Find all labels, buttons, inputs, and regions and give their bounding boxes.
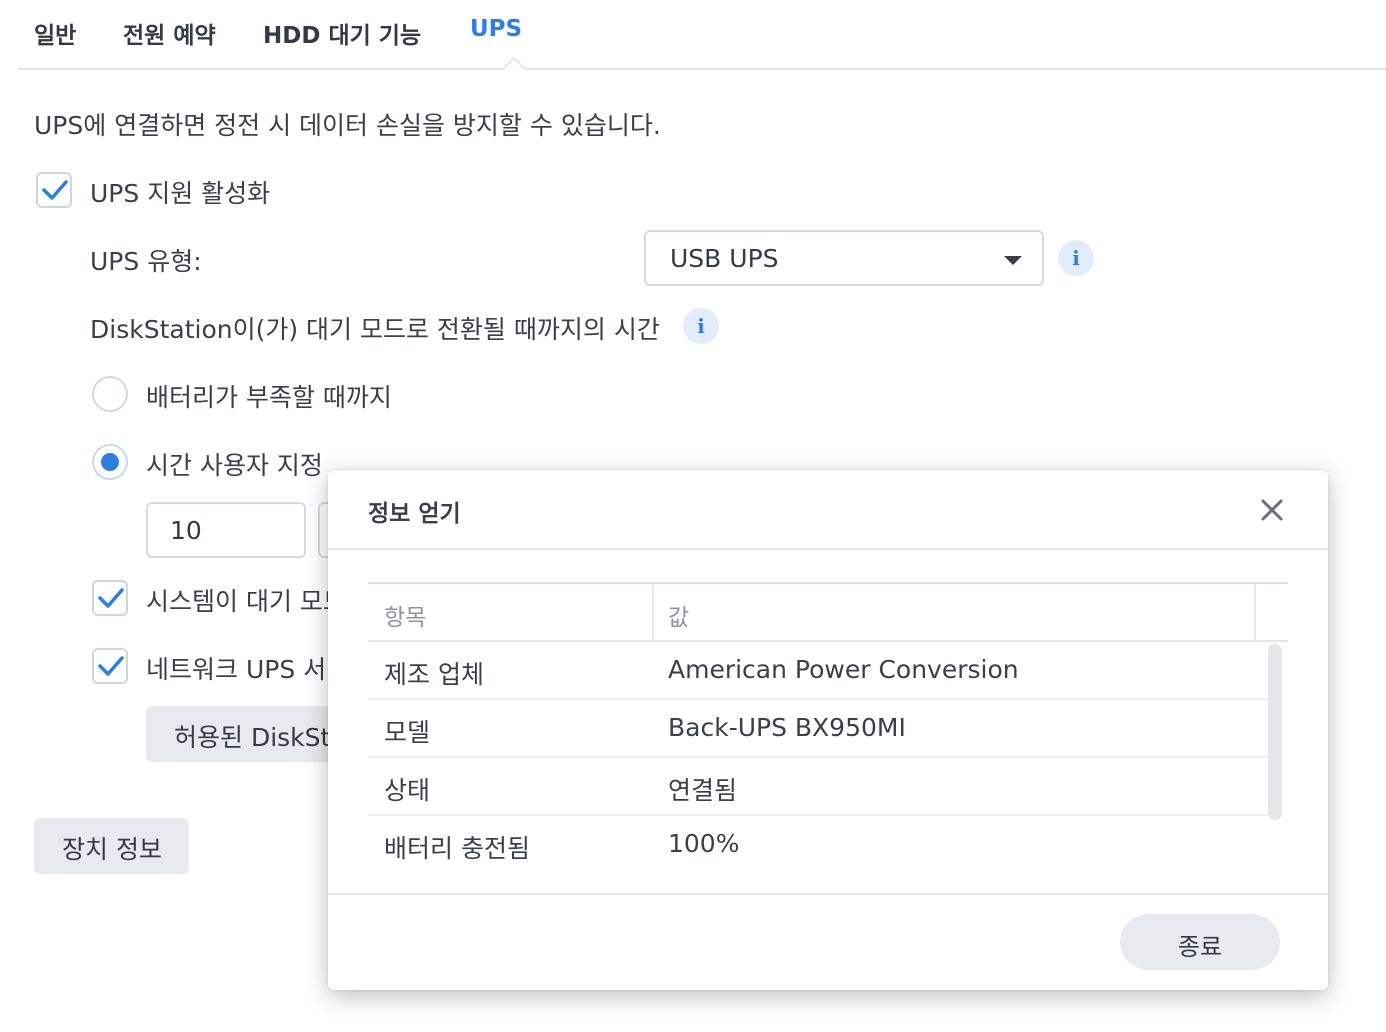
row-value: Back-UPS BX950MI — [668, 713, 906, 742]
table-row[interactable]: 배터리 충전됨 100% — [368, 816, 1268, 874]
dialog-close-button[interactable]: 종료 — [1120, 914, 1280, 970]
network-ups-label: 네트워크 UPS 서 — [146, 655, 327, 684]
checkmark-icon — [42, 180, 68, 200]
checkmark-icon — [98, 656, 124, 676]
tab-power-schedule[interactable]: 전원 예약 — [123, 16, 216, 50]
column-separator[interactable] — [1254, 584, 1256, 642]
tab-bar: 일반 전원 예약 HDD 대기 기능 UPS — [18, 0, 1386, 70]
standby-info-icon[interactable]: i — [683, 308, 719, 344]
row-item: 제조 업체 — [384, 660, 484, 689]
close-icon[interactable] — [1258, 496, 1286, 524]
shutdown-ups-checkbox[interactable] — [92, 580, 128, 616]
dialog-title: 정보 얻기 — [368, 501, 461, 527]
table-row[interactable]: 모델 Back-UPS BX950MI — [368, 700, 1268, 758]
network-ups-checkbox[interactable] — [92, 648, 128, 684]
dropdown-arrow-icon — [1004, 256, 1022, 265]
custom-time-input[interactable]: 10 — [146, 502, 306, 558]
ups-type-info-icon[interactable]: i — [1058, 240, 1094, 276]
allowed-diskstation-button[interactable]: 허용된 DiskSt — [146, 706, 346, 762]
tab-hdd-hibernation[interactable]: HDD 대기 기능 — [263, 16, 421, 50]
ups-support-checkbox[interactable] — [36, 172, 72, 208]
checkmark-icon — [98, 588, 124, 608]
table-row[interactable]: 제조 업체 American Power Conversion — [368, 642, 1268, 700]
ups-description: UPS에 연결하면 정전 시 데이터 손실을 방지할 수 있습니다. — [34, 111, 661, 140]
device-info-button[interactable]: 장치 정보 — [34, 818, 189, 874]
battery-low-label: 배터리가 부족할 때까지 — [146, 383, 392, 412]
dialog-header-divider — [328, 548, 1328, 550]
grid-header: 항목 값 — [368, 584, 1288, 642]
shutdown-ups-label: 시스템이 대기 모드 — [146, 587, 346, 616]
grid-scrollbar[interactable] — [1268, 644, 1282, 820]
ups-support-label: UPS 지원 활성화 — [90, 179, 271, 208]
info-dialog: 정보 얻기 항목 값 제조 업체 American Power Conversi… — [328, 470, 1328, 990]
ups-type-select[interactable]: USB UPS — [644, 230, 1044, 286]
tab-general[interactable]: 일반 — [34, 16, 76, 50]
column-header-item[interactable]: 항목 — [384, 598, 426, 632]
custom-time-label: 시간 사용자 지정 — [146, 451, 323, 480]
allowed-diskstation-label: 허용된 DiskSt — [174, 723, 331, 752]
custom-time-value: 10 — [170, 516, 202, 545]
info-grid: 항목 값 제조 업체 American Power Conversion 모델 … — [368, 582, 1288, 874]
row-value: American Power Conversion — [668, 655, 1019, 684]
dialog-footer-divider — [328, 893, 1328, 895]
active-tab-caret-icon — [502, 56, 526, 70]
device-info-label: 장치 정보 — [62, 835, 162, 864]
column-separator[interactable] — [652, 584, 654, 642]
custom-time-radio[interactable] — [92, 444, 128, 480]
row-value: 100% — [668, 829, 740, 858]
ups-type-value: USB UPS — [670, 244, 779, 273]
row-value: 연결됨 — [668, 776, 738, 805]
ups-type-label: UPS 유형: — [90, 247, 202, 276]
column-header-value[interactable]: 값 — [668, 598, 689, 632]
row-item: 배터리 충전됨 — [384, 834, 530, 863]
radio-selected-dot — [101, 453, 119, 471]
tab-ups[interactable]: UPS — [470, 16, 522, 42]
row-item: 상태 — [384, 776, 431, 805]
row-item: 모델 — [384, 718, 431, 747]
battery-low-radio[interactable] — [92, 376, 128, 412]
standby-time-label: DiskStation이(가) 대기 모드로 전환될 때까지의 시간 — [90, 315, 660, 344]
dialog-close-label: 종료 — [1177, 933, 1223, 961]
table-row[interactable]: 상태 연결됨 — [368, 758, 1268, 816]
